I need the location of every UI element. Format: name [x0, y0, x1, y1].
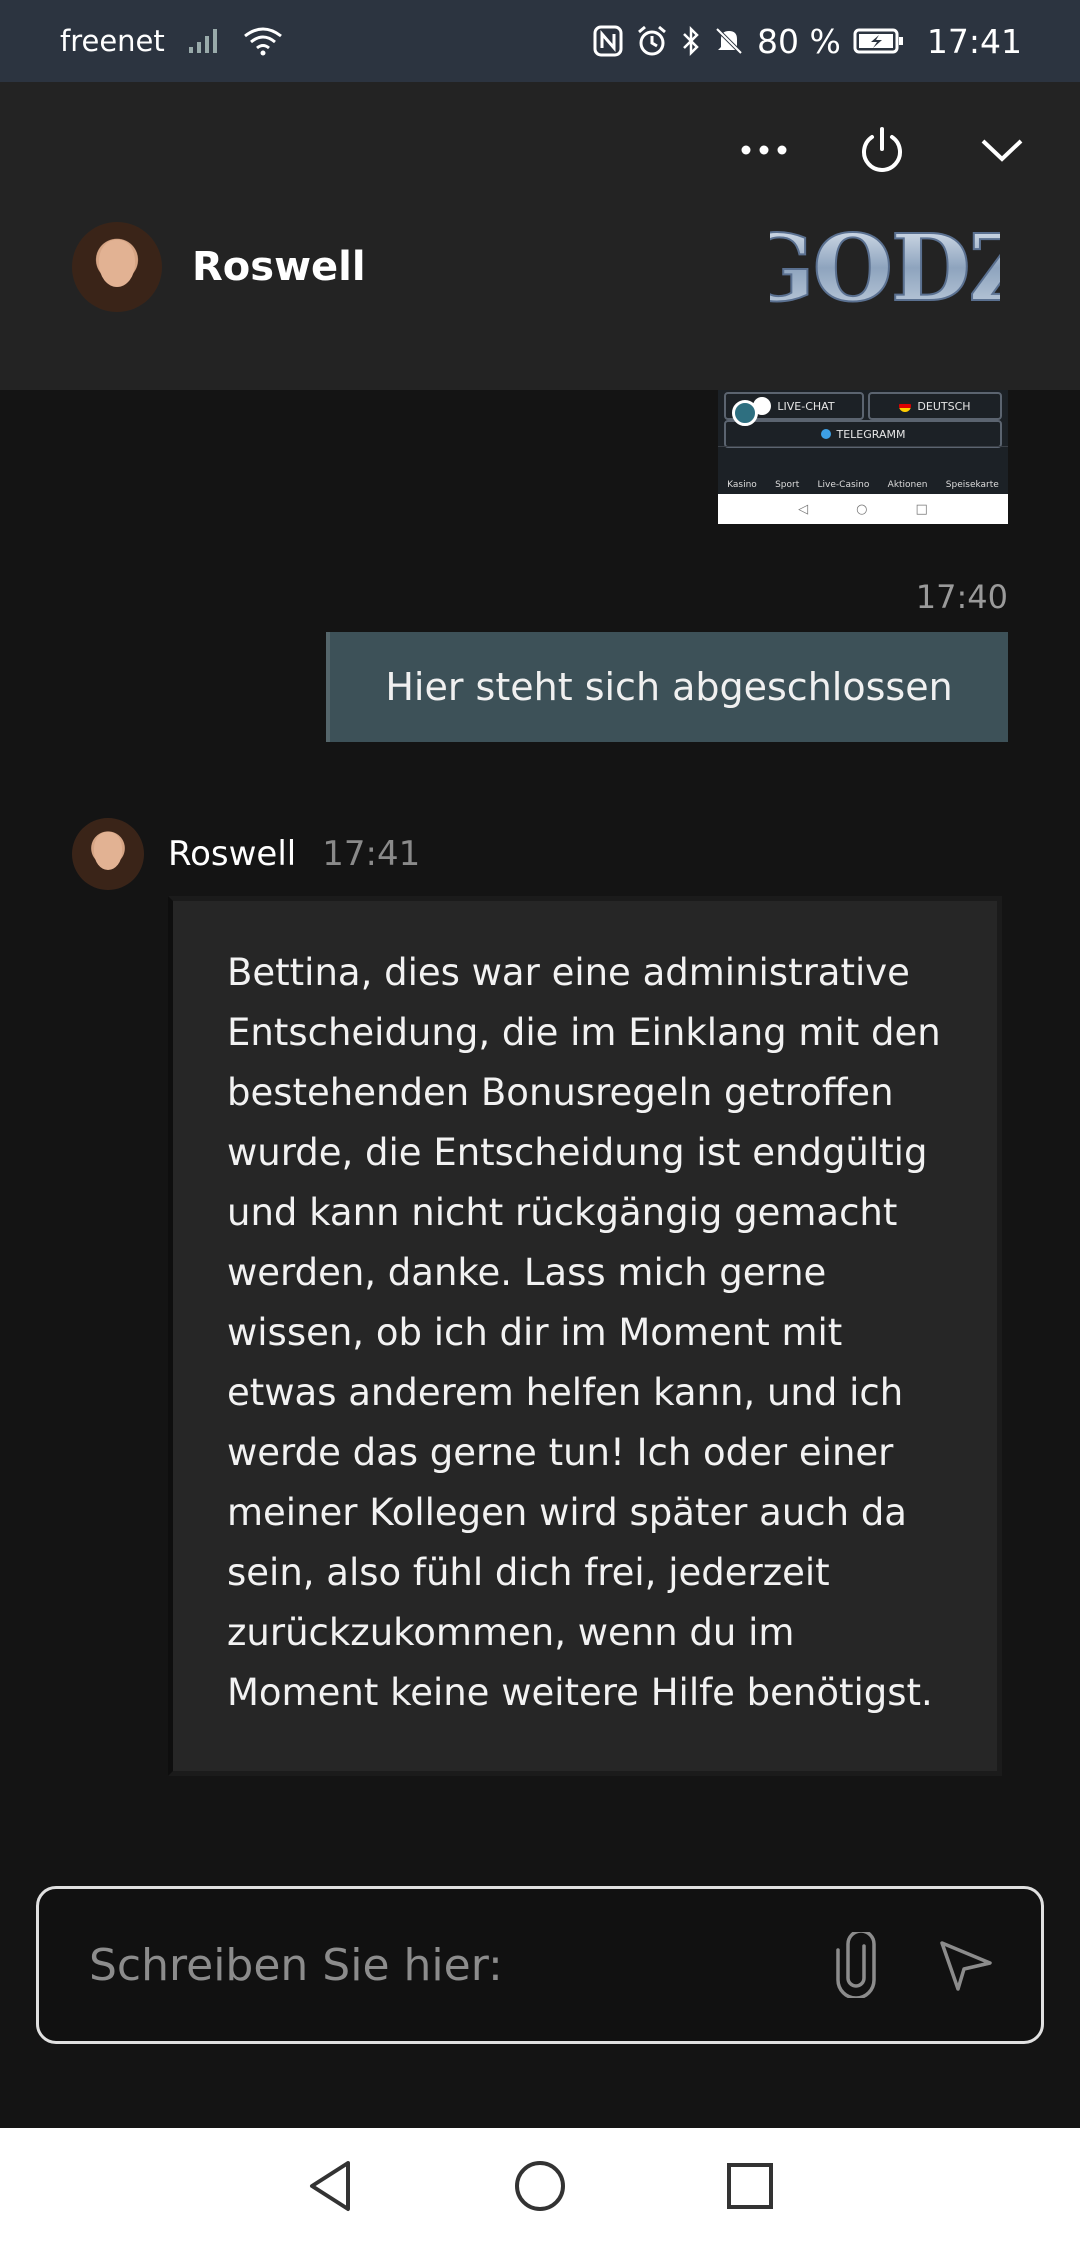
thumb-nav: Kasino Sport Live-Casino Aktionen Speise…: [718, 446, 1008, 494]
agent-name: Roswell: [192, 244, 366, 290]
alarm-icon: [635, 24, 669, 58]
system-navigation: [0, 2128, 1080, 2244]
agent-info: Roswell: [72, 222, 366, 312]
send-button[interactable]: [931, 1930, 1001, 2000]
more-button[interactable]: [724, 110, 804, 190]
power-icon: [862, 127, 902, 172]
send-icon: [940, 1941, 992, 1991]
paperclip-icon: [836, 1932, 876, 1998]
battery-icon: [853, 27, 905, 55]
incoming-message-header: Roswell 17:41: [72, 818, 420, 890]
incoming-message-text: Bettina, dies war eine administrative En…: [227, 951, 941, 1714]
chevron-down-icon: [981, 139, 1023, 162]
nfc-icon: [593, 25, 623, 57]
avatar: [72, 222, 162, 312]
wifi-icon: [243, 26, 283, 56]
message-composer: [36, 1886, 1044, 2044]
more-icon: [741, 145, 787, 155]
sender-name: Roswell: [168, 834, 297, 874]
svg-text:GODZ: GODZ: [770, 214, 1000, 322]
thumb-language: DEUTSCH: [868, 392, 1002, 420]
minimize-button[interactable]: [962, 110, 1042, 190]
outgoing-message-text: Hier steht sich abgeschlossen: [385, 665, 953, 709]
back-icon: [310, 2161, 350, 2211]
incoming-message: Bettina, dies war eine administrative En…: [168, 896, 1002, 1776]
recents-icon: [727, 2163, 773, 2209]
thumb-telegram: TELEGRAMM: [724, 420, 1002, 448]
status-bar: freenet 80 % 17:41: [0, 0, 1080, 82]
incoming-timestamp: 17:41: [322, 834, 421, 874]
thumb-sysnav: ◁ ○ □: [718, 494, 1008, 524]
mute-icon: [713, 25, 745, 57]
attach-button[interactable]: [821, 1930, 891, 2000]
clock: 17:41: [926, 21, 1022, 61]
brand-logo: GODZ: [770, 213, 1000, 322]
bluetooth-icon: [681, 25, 701, 57]
message-input[interactable]: [89, 1939, 781, 1991]
recents-button[interactable]: [715, 2151, 785, 2221]
message-list[interactable]: LIVE-CHAT DEUTSCH TELEGRAMM Kasino Sport…: [0, 390, 1080, 1860]
chat-header: Roswell GODZ: [0, 82, 1080, 390]
home-button[interactable]: [505, 2151, 575, 2221]
signal-icon: [187, 27, 221, 55]
avatar: [72, 818, 144, 890]
power-button[interactable]: [842, 110, 922, 190]
image-attachment[interactable]: LIVE-CHAT DEUTSCH TELEGRAMM Kasino Sport…: [718, 390, 1008, 524]
back-button[interactable]: [295, 2151, 365, 2221]
battery-percent: 80 %: [757, 21, 841, 61]
outgoing-timestamp: 17:40: [915, 578, 1008, 616]
outgoing-message: Hier steht sich abgeschlossen: [326, 632, 1008, 742]
home-icon: [515, 2161, 565, 2211]
carrier-label: freenet: [60, 24, 165, 58]
